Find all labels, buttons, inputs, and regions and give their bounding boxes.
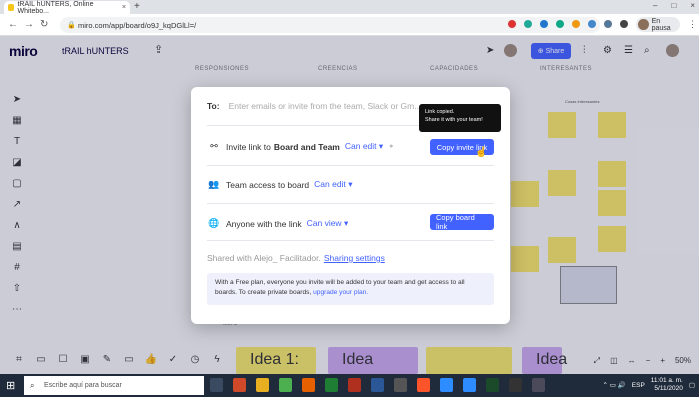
sharing-settings-link[interactable]: Sharing settings	[324, 253, 385, 263]
shared-with-text: Shared with Alejo_ Facilitador.	[207, 253, 321, 263]
new-tab-button[interactable]: +	[134, 1, 140, 12]
globe-icon: 🌐	[208, 218, 220, 228]
extension-icon[interactable]	[588, 20, 596, 28]
tab-close-icon[interactable]: ×	[122, 4, 126, 11]
invite-permission-label: Can edit	[344, 141, 377, 151]
link-copied-tooltip: Link copied. Share it with your team!	[419, 104, 501, 132]
app-icon[interactable]	[509, 378, 522, 392]
language-indicator[interactable]: ESP	[632, 382, 645, 389]
invite-prefix: Invite link to	[226, 141, 271, 152]
team-access-label: Team access to board	[226, 179, 310, 190]
brave-icon[interactable]	[417, 378, 430, 392]
powerpoint-icon[interactable]	[233, 378, 246, 392]
task-view-icon[interactable]	[210, 378, 223, 392]
invite-target: Board and Team	[273, 141, 340, 152]
tooltip-line: Share it with your team!	[425, 117, 483, 123]
extension-icon[interactable]	[604, 20, 612, 28]
forward-icon[interactable]: →	[24, 19, 34, 30]
close-window-button[interactable]: ×	[690, 1, 695, 10]
extension-icon[interactable]	[540, 20, 548, 28]
notification-icon[interactable]: ▢	[689, 381, 695, 389]
date: 5/11/2020	[654, 385, 683, 392]
invite-email-input[interactable]: Enter emails or invite from the team, Sl…	[229, 101, 422, 111]
profile-button[interactable]: En pausa	[636, 17, 680, 32]
team-access-row: 👥 Team access to board Can edit ▾	[207, 179, 494, 190]
team-permission-label: Can edit	[314, 179, 346, 189]
url-text: miro.com/app/board/o9J_kqDGlLl=/	[78, 20, 197, 30]
app-icon[interactable]	[532, 378, 545, 392]
zoom-app-icon[interactable]	[463, 378, 476, 392]
lock-icon: 🔒	[67, 22, 76, 29]
avatar	[638, 19, 649, 30]
anyone-label: Anyone with the link	[226, 218, 302, 229]
file-explorer-icon[interactable]	[256, 378, 269, 392]
extensions-puzzle-icon[interactable]	[620, 20, 628, 28]
windows-start-icon[interactable]: ⊞	[6, 379, 15, 392]
anyone-permission-label: Can view	[306, 218, 342, 228]
invite-permission-dropdown[interactable]: Can edit ▾	[345, 141, 383, 152]
browser-tab-strip: tRAIL hUNTERS, Online Whitebo... × + – □…	[0, 0, 699, 15]
browser-menu-icon[interactable]: ⋮	[688, 19, 697, 30]
anyone-permission-dropdown[interactable]: Can view ▾	[307, 218, 349, 229]
browser-tab[interactable]: tRAIL hUNTERS, Online Whitebo... ×	[4, 0, 130, 15]
extension-icon[interactable]	[524, 20, 532, 28]
team-icon: 👥	[208, 179, 220, 189]
app-icon[interactable]	[394, 378, 407, 392]
maximize-button[interactable]: □	[671, 1, 676, 10]
excel-icon[interactable]	[325, 378, 338, 392]
extension-icon[interactable]	[556, 20, 564, 28]
divider	[207, 240, 494, 241]
time: 11:01 a. m.	[650, 377, 683, 384]
divider	[207, 165, 494, 166]
hand-cursor-icon: ☝	[475, 147, 488, 158]
word-icon[interactable]	[371, 378, 384, 392]
system-tray: ⌃ ▭ 🔊 ESP 11:01 a. m. 5/11/2020 ▢	[602, 377, 695, 393]
miro-favicon-icon	[8, 4, 15, 11]
info-icon[interactable]: ●	[389, 143, 393, 150]
minimize-button[interactable]: –	[653, 1, 657, 10]
upgrade-plan-link[interactable]: upgrade your plan.	[313, 289, 368, 296]
tray-icons[interactable]: ⌃ ▭ 🔊	[602, 381, 625, 389]
window-controls: – □ ×	[653, 1, 695, 10]
windows-taskbar: ⊞ ⌕ Escribe aquí para buscar ⌃ ▭ 🔊 ESP 1…	[0, 374, 699, 397]
back-icon[interactable]: ←	[8, 19, 18, 30]
reload-icon[interactable]: ↻	[40, 19, 48, 30]
divider	[207, 203, 494, 204]
zoom-app-icon[interactable]	[440, 378, 453, 392]
taskbar-search-input[interactable]: ⌕ Escribe aquí para buscar	[24, 376, 204, 395]
to-label: To:	[207, 101, 220, 111]
extension-icon[interactable]	[508, 20, 516, 28]
free-plan-info-box: With a Free plan, everyone you invite wi…	[207, 273, 494, 305]
profile-label: En pausa	[651, 17, 671, 32]
taskbar-search-placeholder: Escribe aquí para buscar	[44, 382, 122, 389]
search-icon: ⌕	[30, 380, 35, 390]
clock[interactable]: 11:01 a. m. 5/11/2020	[651, 377, 683, 393]
copy-board-link-button[interactable]: Copy board link	[430, 213, 494, 231]
shared-with-row: Shared with Alejo_ Facilitador. Sharing …	[207, 253, 494, 263]
link-icon: ⚯	[210, 141, 218, 151]
tooltip-line: Link copied.	[425, 109, 455, 115]
app-icon[interactable]	[348, 378, 361, 392]
address-bar-row: ← → ↻ 🔒 miro.com/app/board/o9J_kqDGlLl=/…	[0, 14, 699, 36]
taskbar-apps	[210, 378, 545, 392]
team-permission-dropdown[interactable]: Can edit ▾	[314, 179, 352, 190]
url-field[interactable]: 🔒 miro.com/app/board/o9J_kqDGlLl=/	[60, 17, 600, 33]
firefox-icon[interactable]	[302, 378, 315, 392]
tab-title: tRAIL hUNTERS, Online Whitebo...	[17, 0, 94, 15]
app-icon[interactable]	[486, 378, 499, 392]
chrome-icon[interactable]	[279, 378, 292, 392]
extension-icon[interactable]	[572, 20, 580, 28]
